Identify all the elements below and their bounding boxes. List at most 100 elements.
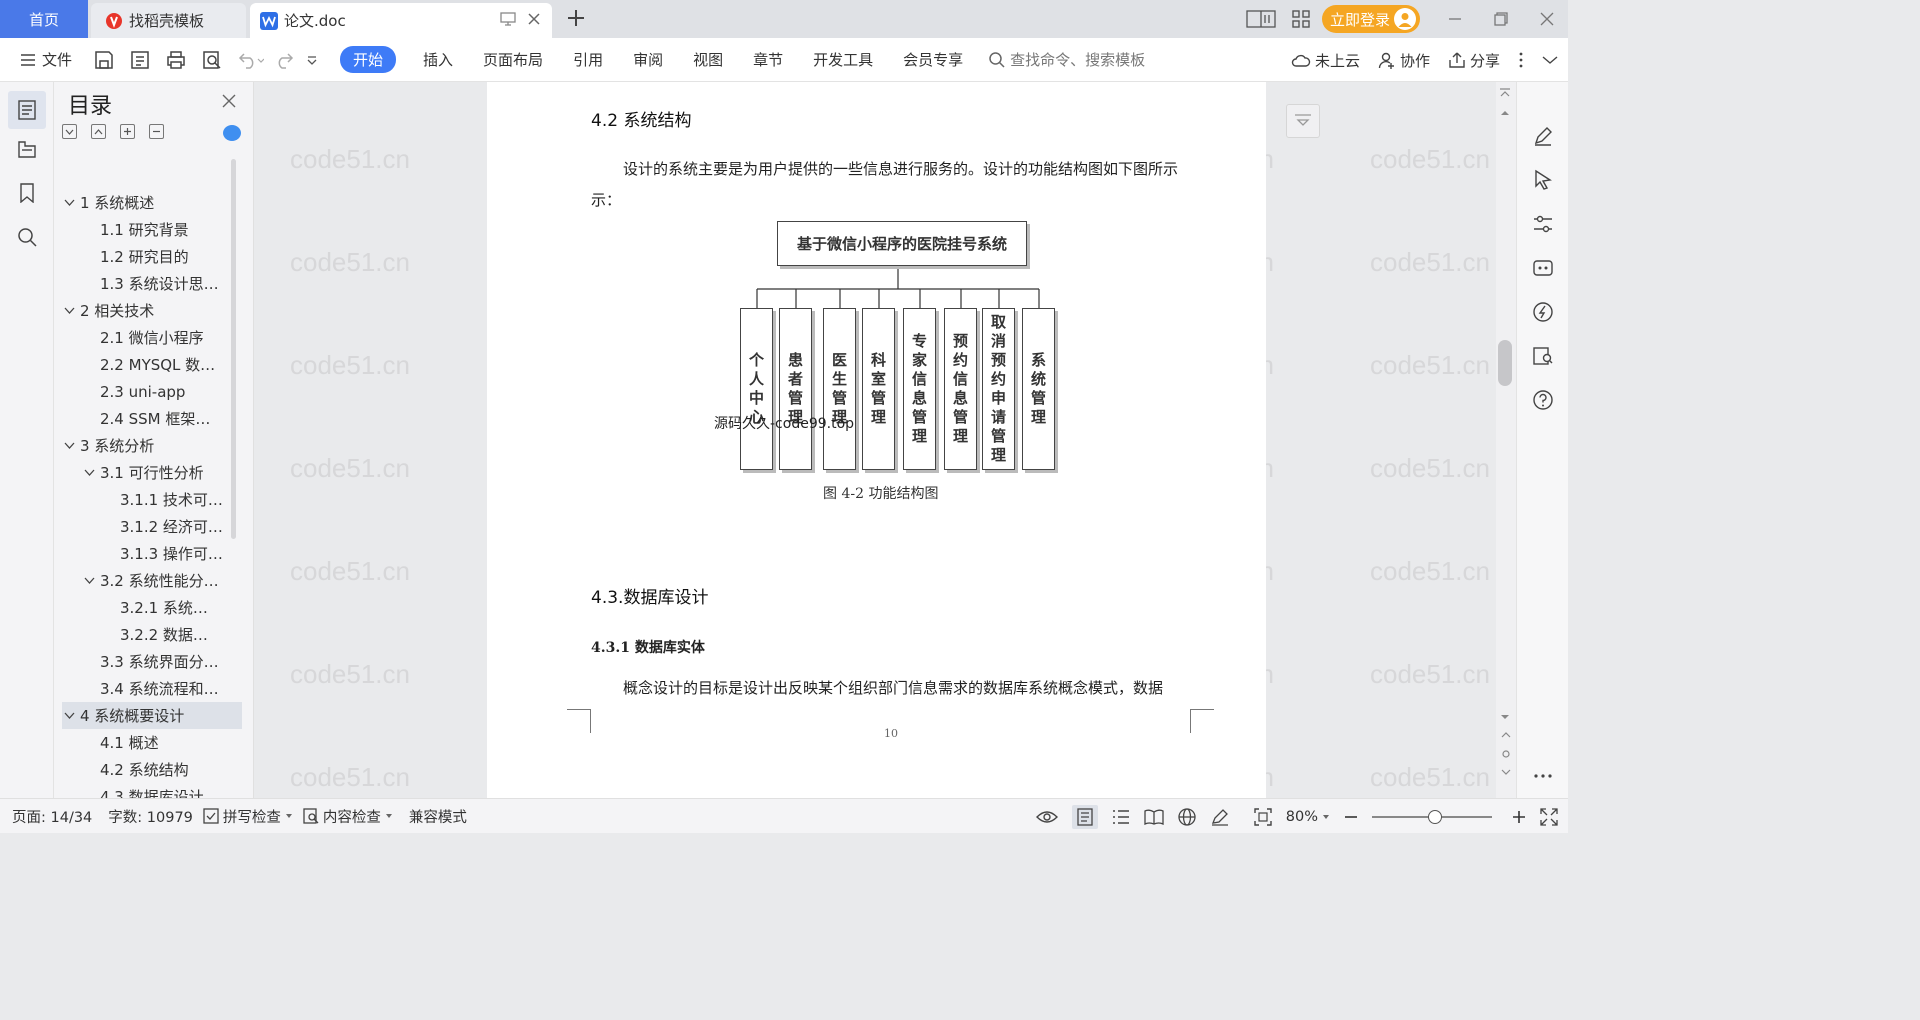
toc-item[interactable]: 4 系统概要设计 (62, 702, 242, 729)
zoom-level[interactable]: 80% (1286, 809, 1330, 825)
menu-chapter[interactable]: 章节 (753, 49, 783, 70)
spell-check-button[interactable]: 拼写检查 (203, 806, 293, 827)
toc-item[interactable]: 3.2.1 系统… (62, 594, 242, 621)
new-tab-plus-icon[interactable] (566, 8, 586, 28)
add-heading-icon[interactable] (120, 124, 135, 139)
toc-item[interactable]: 4.3 数据库设计 (62, 783, 242, 798)
redo-icon[interactable] (272, 50, 298, 70)
menu-insert[interactable]: 插入 (423, 49, 453, 70)
scroll-top-icon[interactable] (1499, 88, 1511, 98)
toc-item[interactable]: 3.2 系统性能分… (62, 567, 242, 594)
reading-layout-icon[interactable] (1246, 10, 1276, 28)
reading-view-icon[interactable] (1144, 809, 1164, 825)
toc-item[interactable]: 3 系统分析 (62, 432, 242, 459)
toc-item[interactable]: 1 系统概述 (62, 189, 242, 216)
toc-item[interactable]: 1.1 研究背景 (62, 216, 242, 243)
print-icon[interactable] (166, 50, 186, 70)
toc-item[interactable]: 2.4 SSM 框架… (62, 405, 242, 432)
document-page[interactable]: 4.2 系统结构 设计的系统主要是为用户提供的一些信息进行服务的。设计的功能结构… (487, 82, 1266, 798)
menu-references[interactable]: 引用 (573, 49, 603, 70)
toc-scrollbar[interactable] (231, 159, 236, 539)
menu-member[interactable]: 会员专享 (903, 49, 963, 70)
login-button[interactable]: 立即登录 (1321, 5, 1420, 33)
page-view-icon[interactable] (1071, 804, 1098, 829)
undo-icon[interactable] (238, 50, 265, 70)
menu-page-layout[interactable]: 页面布局 (483, 49, 543, 70)
tab-templates[interactable]: 找稻壳模板 (91, 3, 246, 38)
next-page-icon[interactable] (1500, 766, 1512, 778)
content-check-button[interactable]: 内容检查 (303, 806, 393, 827)
chevron-down-icon[interactable] (62, 442, 76, 449)
toc-item[interactable]: 1.2 研究目的 (62, 243, 242, 270)
write-mode-icon[interactable] (1210, 808, 1230, 826)
bookmark-icon[interactable] (14, 180, 40, 206)
scroll-down-icon[interactable] (1500, 714, 1510, 720)
toc-panel-icon[interactable] (8, 91, 46, 129)
menu-start[interactable]: 开始 (340, 46, 397, 73)
chevron-down-icon[interactable] (62, 199, 76, 206)
collapse-all-icon[interactable] (91, 124, 106, 139)
collapse-ribbon-icon[interactable] (1542, 55, 1558, 65)
fullscreen-icon[interactable] (1540, 807, 1558, 826)
zoom-slider[interactable] (1372, 809, 1492, 824)
fit-page-icon[interactable] (1254, 807, 1272, 826)
help-icon[interactable] (1529, 386, 1557, 414)
web-view-icon[interactable] (1178, 807, 1196, 826)
cloud-button[interactable]: 未上云 (1291, 50, 1360, 71)
cursor-select-icon[interactable] (1529, 166, 1557, 194)
toc-item[interactable]: 3.1.3 操作可… (62, 540, 242, 567)
file-menu[interactable]: 文件 (20, 49, 72, 70)
print-preview-icon[interactable] (202, 50, 222, 70)
toc-item[interactable]: 3.1 可行性分析 (62, 459, 242, 486)
save-icon[interactable] (94, 50, 114, 70)
toc-item[interactable]: 4.1 概述 (62, 729, 242, 756)
page-indicator[interactable]: 页面: 14/34 (12, 806, 92, 827)
scroll-thumb[interactable] (1498, 340, 1512, 386)
tab-home[interactable]: 首页 (0, 0, 88, 38)
eye-protection-icon[interactable] (1035, 809, 1058, 825)
share-button[interactable]: 分享 (1448, 50, 1500, 71)
prev-page-icon[interactable] (1500, 730, 1512, 742)
remove-heading-icon[interactable] (149, 124, 164, 139)
close-panel-icon[interactable] (222, 94, 236, 108)
toc-item[interactable]: 3.1.1 技术可… (62, 486, 242, 513)
close-window-icon[interactable] (1540, 12, 1554, 26)
pen-edit-icon[interactable] (1529, 122, 1557, 150)
ai-assistant-icon[interactable] (1529, 254, 1557, 282)
toc-item[interactable]: 3.3 系统界面分… (62, 648, 242, 675)
export-pdf-icon[interactable] (130, 50, 150, 70)
word-count[interactable]: 字数: 10979 (108, 806, 193, 827)
floating-panel-button[interactable] (1286, 104, 1320, 138)
toc-item[interactable]: 4.2 系统结构 (62, 756, 242, 783)
vertical-scrollbar[interactable] (1496, 82, 1516, 798)
book-search-icon[interactable] (1529, 342, 1557, 370)
expand-all-icon[interactable] (62, 124, 77, 139)
collab-button[interactable]: 协作 (1378, 50, 1430, 71)
restore-icon[interactable] (1494, 12, 1508, 26)
monitor-icon[interactable] (500, 12, 516, 26)
apps-grid-icon[interactable] (1292, 10, 1310, 28)
zoom-out-icon[interactable] (1344, 810, 1358, 824)
quick-access-dropdown-icon[interactable] (306, 54, 318, 66)
toc-item[interactable]: 2.3 uni-app (62, 378, 242, 405)
outline-view-icon[interactable] (1112, 809, 1130, 825)
chevron-down-icon[interactable] (82, 469, 96, 476)
scroll-up-icon[interactable] (1500, 110, 1510, 116)
chevron-down-icon[interactable] (62, 712, 76, 719)
menu-view[interactable]: 视图 (693, 49, 723, 70)
toc-item[interactable]: 2.1 微信小程序 (62, 324, 242, 351)
zoom-slider-knob[interactable] (1428, 809, 1442, 824)
toc-item[interactable]: 3.2.2 数据… (62, 621, 242, 648)
close-tab-icon[interactable] (526, 11, 542, 27)
toc-item[interactable]: 3.4 系统流程和… (62, 675, 242, 702)
select-browse-object-icon[interactable] (1500, 748, 1512, 760)
compass-icon[interactable] (1529, 298, 1557, 326)
zoom-in-icon[interactable] (1512, 810, 1526, 824)
command-search[interactable]: 查找命令、搜索模板 (988, 49, 1145, 70)
menu-review[interactable]: 审阅 (633, 49, 663, 70)
toc-item[interactable]: 2 相关技术 (62, 297, 242, 324)
navigation-pane-icon[interactable] (14, 136, 40, 162)
adjust-sliders-icon[interactable] (1529, 210, 1557, 238)
tab-document[interactable]: 论文.doc (250, 3, 552, 38)
chevron-down-icon[interactable] (82, 577, 96, 584)
